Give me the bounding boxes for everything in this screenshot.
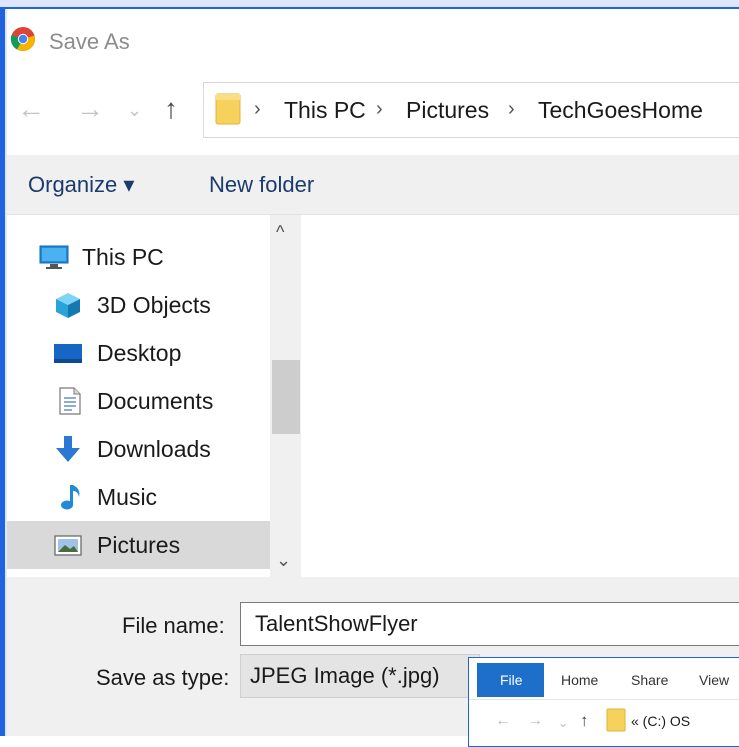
file-name-input[interactable] (240, 602, 739, 646)
breadcrumb-separator: › (376, 98, 383, 120)
desktop-icon (54, 344, 82, 363)
recent-locations-icon[interactable]: ⌄ (127, 100, 142, 121)
download-arrow-icon (56, 436, 80, 462)
explorer-forward-icon[interactable]: → (527, 712, 543, 730)
chrome-logo-icon (10, 27, 35, 51)
nav-label: 3D Objects (97, 292, 211, 318)
explorer-share-tab[interactable]: Share (631, 672, 668, 688)
save-as-type-value: JPEG Image (*.jpg) (250, 663, 440, 688)
new-folder-button[interactable]: New folder (209, 172, 314, 198)
folder-icon (215, 93, 241, 125)
explorer-folder-icon (606, 708, 626, 732)
nav-item-desktop[interactable]: Desktop (7, 329, 270, 377)
forward-arrow-icon[interactable]: → (76, 93, 104, 125)
file-name-label: File name: (122, 613, 225, 638)
document-icon (59, 387, 81, 415)
breadcrumb-separator: › (254, 98, 261, 120)
nav-item-3d-objects[interactable]: 3D Objects (7, 281, 270, 329)
breadcrumb-this-pc[interactable]: This PC (284, 97, 366, 124)
nav-label: Desktop (97, 340, 182, 366)
nav-label: Music (97, 484, 158, 510)
picture-icon (54, 535, 82, 556)
nav-item-music[interactable]: Music (7, 473, 270, 521)
nav-item-this-pc[interactable]: This PC (7, 233, 270, 281)
scroll-up-icon[interactable]: ^ (276, 222, 284, 243)
scrollbar-thumb[interactable] (272, 360, 300, 434)
organize-button[interactable]: Organize ▾ (28, 172, 134, 198)
breadcrumb-pictures[interactable]: Pictures (406, 97, 489, 124)
explorer-file-tab-label: File (500, 672, 523, 688)
breadcrumb-separator: › (508, 98, 515, 120)
nav-label: Downloads (97, 436, 211, 462)
up-arrow-icon[interactable]: ↑ (164, 93, 178, 125)
music-note-icon (61, 485, 80, 510)
explorer-home-tab[interactable]: Home (561, 672, 598, 688)
save-as-type-label: Save as type: (96, 665, 230, 690)
back-arrow-icon[interactable]: ← (17, 93, 45, 125)
nav-label: Pictures (97, 532, 181, 558)
window-title: Save As (49, 29, 130, 54)
explorer-back-icon[interactable]: ← (495, 712, 511, 730)
scroll-down-icon[interactable]: ⌄ (276, 550, 291, 571)
explorer-address-path[interactable]: « (C:) OS (631, 713, 690, 729)
file-list-pane[interactable] (301, 215, 739, 577)
breadcrumb-techgoeshome[interactable]: TechGoesHome (538, 97, 703, 124)
nav-label: This PC (82, 244, 164, 270)
explorer-view-tab[interactable]: View (699, 672, 729, 688)
cube-icon (56, 293, 80, 318)
nav-label: Documents (97, 388, 214, 414)
window-frame-top (0, 0, 739, 9)
nav-item-downloads[interactable]: Downloads (7, 425, 270, 473)
nav-item-pictures[interactable]: Pictures (7, 521, 270, 569)
explorer-up-icon[interactable]: ↑ (580, 711, 589, 731)
explorer-recent-icon[interactable]: ⌄ (558, 716, 568, 730)
computer-icon (39, 245, 69, 269)
nav-item-documents[interactable]: Documents (7, 377, 270, 425)
